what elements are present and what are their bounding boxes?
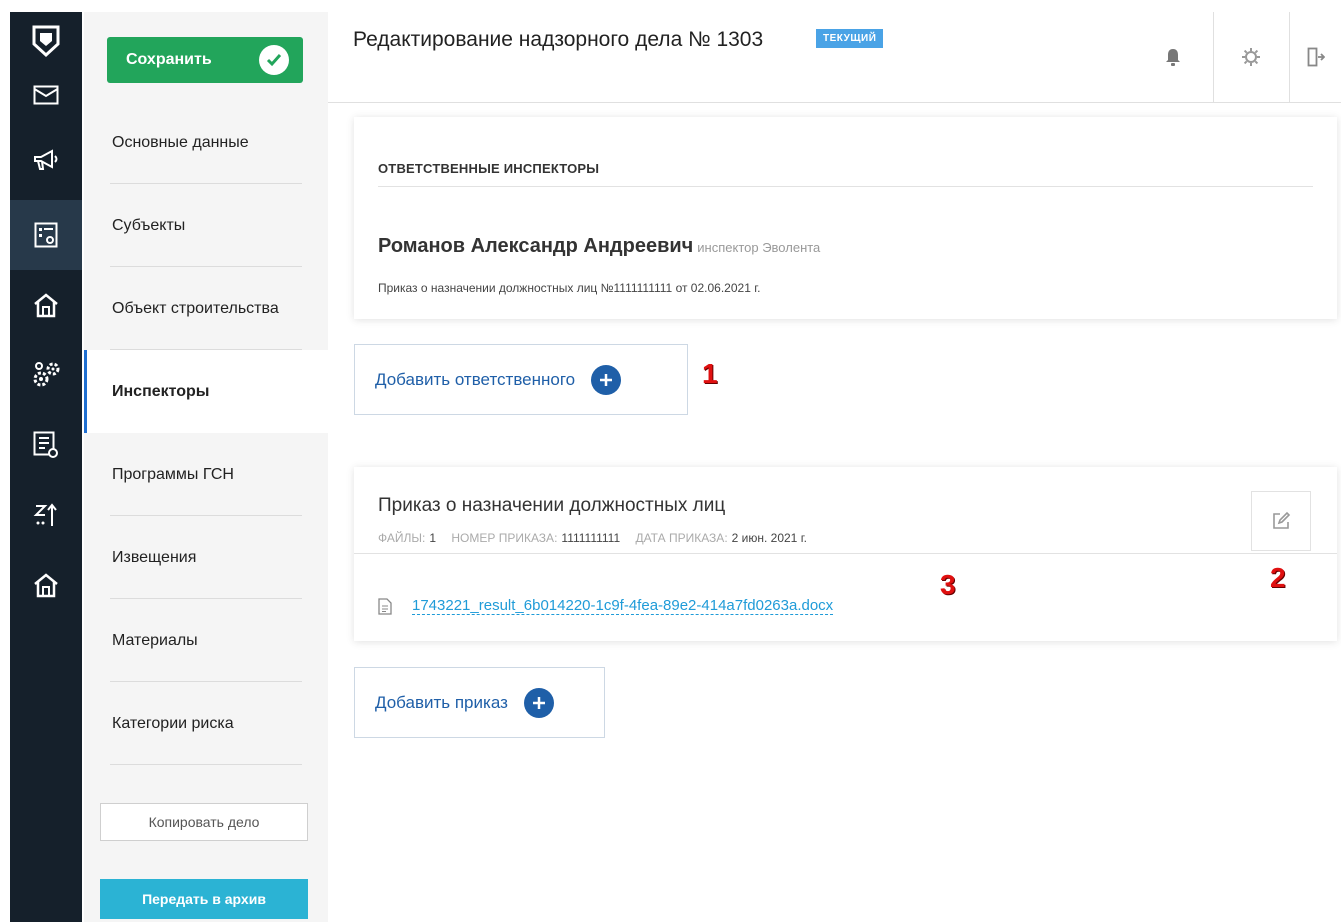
annotation-marker-1: 1 (702, 358, 718, 389)
order-number-value: 1111111111 (561, 531, 621, 545)
megaphone-icon[interactable] (10, 120, 82, 200)
order-title: Приказ о назначении должностных лиц (378, 495, 726, 516)
files-key: ФАЙЛЫ: (378, 531, 426, 545)
inspectors-card: ОТВЕТСТВЕННЫЕ ИНСПЕКТОРЫ Романов Алексан… (354, 117, 1337, 319)
nav-item-label: Инспекторы (112, 382, 210, 400)
document-icon (378, 598, 392, 620)
divider (354, 553, 1337, 554)
order-date-value: 2 июн. 2021 г. (731, 531, 807, 545)
annotation-marker-3: 3 (940, 569, 956, 600)
gears-icon[interactable] (10, 340, 82, 410)
checkmark-icon (259, 45, 289, 75)
home-icon[interactable] (10, 270, 82, 340)
copy-case-button[interactable]: Копировать дело (100, 803, 308, 841)
add-responsible-button[interactable]: Добавить ответственного (354, 344, 688, 415)
add-responsible-label: Добавить ответственного (375, 369, 576, 389)
nav-item-label: Основные данные (112, 133, 249, 151)
nav-item-label: Извещения (112, 548, 197, 566)
nav-item-materials[interactable]: Материалы (84, 599, 328, 682)
shield-logo-icon[interactable] (10, 12, 82, 70)
nav-item-risk-categories[interactable]: Категории риска (84, 682, 328, 765)
order-number-key: НОМЕР ПРИКАЗА: (451, 531, 558, 545)
plus-icon (591, 364, 622, 395)
app-rail (10, 12, 82, 922)
order-file-link[interactable]: 1743221_result_6b014220-1c9f-4fea-89e2-4… (412, 597, 834, 615)
save-button[interactable]: Сохранить (107, 37, 303, 83)
sort-icon[interactable] (10, 480, 82, 550)
files-value: 1 (429, 531, 437, 545)
logout-icon[interactable] (1290, 12, 1341, 102)
home-icon[interactable] (10, 550, 82, 620)
nav-item-notices[interactable]: Извещения (84, 516, 328, 599)
nav-item-label: Категории риска (112, 714, 234, 732)
edit-order-button[interactable] (1251, 491, 1311, 551)
divider (378, 186, 1313, 187)
edit-icon (1273, 511, 1291, 529)
nav-list: Основные данные Субъекты Объект строител… (84, 101, 328, 765)
page-header: Редактирование надзорного дела № 1303 ТЕ… (328, 12, 1341, 103)
archive-button[interactable]: Передать в архив (100, 879, 308, 919)
annotation-marker-2: 2 (1270, 562, 1286, 593)
inspector-name-text: Романов Александр Андреевич (378, 235, 694, 257)
add-order-button[interactable]: Добавить приказ (354, 667, 605, 738)
mail-icon[interactable] (10, 70, 82, 120)
nav-item-main-data[interactable]: Основные данные (84, 101, 328, 184)
nav-item-inspectors[interactable]: Инспекторы (84, 350, 328, 433)
nav-item-construction-object[interactable]: Объект строительства (84, 267, 328, 350)
status-badge: ТЕКУЩИЙ (816, 29, 884, 48)
form-list-icon[interactable] (10, 200, 82, 270)
section-caption: ОТВЕТСТВЕННЫЕ ИНСПЕКТОРЫ (378, 161, 600, 176)
page-title: Редактирование надзорного дела № 1303 (353, 28, 764, 51)
nav-item-label: Материалы (112, 631, 198, 649)
order-card: Приказ о назначении должностных лиц ФАЙЛ… (354, 467, 1337, 641)
order-date-key: ДАТА ПРИКАЗА: (635, 531, 728, 545)
bell-icon[interactable] (1136, 12, 1210, 102)
report-icon[interactable] (10, 410, 82, 480)
nav-item-gsn-programs[interactable]: Программы ГСН (84, 433, 328, 516)
inspector-name: Романов Александр Андреевич инспектор Эво… (378, 235, 820, 258)
nav-item-label: Программы ГСН (112, 465, 234, 483)
gear-icon[interactable] (1214, 12, 1288, 102)
section-nav: Сохранить Основные данные Субъекты Объек… (84, 12, 328, 922)
save-button-label: Сохранить (126, 51, 212, 68)
nav-item-subjects[interactable]: Субъекты (84, 184, 328, 267)
nav-item-label: Субъекты (112, 216, 186, 234)
inspector-role: инспектор Эволента (697, 240, 821, 255)
nav-item-label: Объект строительства (112, 299, 279, 317)
add-order-label: Добавить приказ (375, 692, 508, 712)
order-meta: ФАЙЛЫ: 1 НОМЕР ПРИКАЗА: 1111111111 ДАТА ПР… (378, 531, 819, 545)
plus-icon (523, 687, 554, 718)
inspector-order-line: Приказ о назначении должностных лиц №111… (378, 281, 761, 295)
